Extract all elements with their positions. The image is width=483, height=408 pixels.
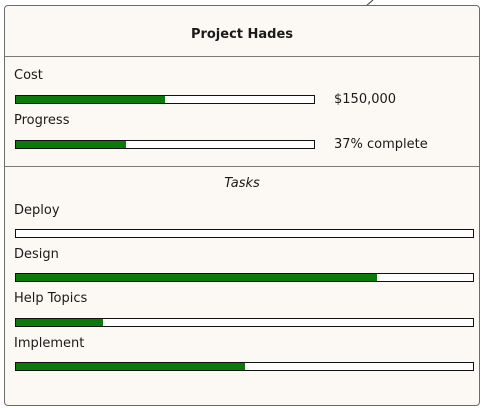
section-divider <box>5 166 479 167</box>
task-bar-fill <box>16 319 103 326</box>
task-label: Design <box>14 247 59 262</box>
cost-value: $150,000 <box>334 92 397 107</box>
task-label: Implement <box>14 336 85 351</box>
task-label: Help Topics <box>14 291 88 306</box>
cost-bar <box>15 95 315 104</box>
task-bar-fill <box>16 274 378 281</box>
progress-bar <box>15 140 315 149</box>
progress-value: 37% complete <box>334 137 428 152</box>
project-title: Project Hades <box>190 27 294 42</box>
task-bar <box>15 229 474 238</box>
progress-label: Progress <box>14 113 70 128</box>
tasks-heading: Tasks <box>224 176 260 191</box>
task-label: Deploy <box>14 203 60 218</box>
title-divider <box>5 56 479 57</box>
task-bar <box>15 362 474 371</box>
cost-bar-fill <box>16 96 165 103</box>
task-bar <box>15 273 474 282</box>
cost-label: Cost <box>14 68 43 83</box>
task-bar-fill <box>16 363 245 370</box>
project-card[interactable]: Project Hades Cost $150,000 Progress 37%… <box>4 5 480 406</box>
task-bar <box>15 318 474 327</box>
progress-bar-fill <box>16 141 127 148</box>
